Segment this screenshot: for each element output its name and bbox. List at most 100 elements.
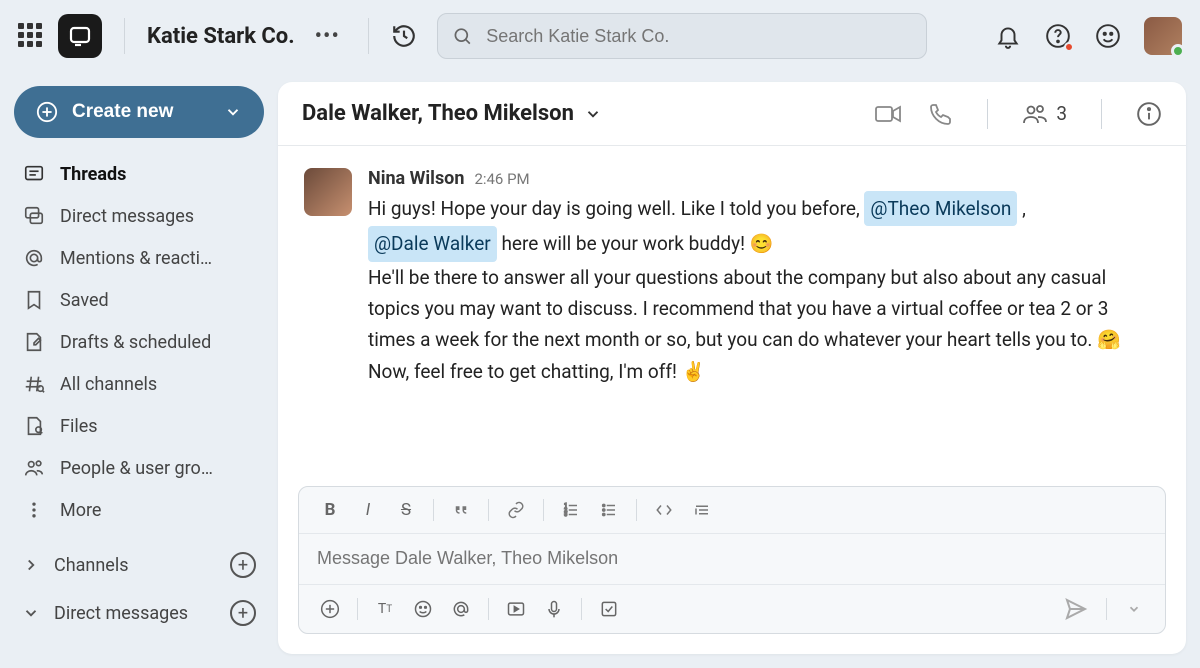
ordered-list-button[interactable]: 123: [554, 495, 588, 525]
sidebar-item-drafts[interactable]: Drafts & scheduled: [10, 322, 268, 362]
sidebar-item-label: Mentions & reacti…: [60, 248, 212, 269]
message-body: Hi guys! Hope your day is going well. Li…: [368, 191, 1160, 387]
message-author[interactable]: Nina Wilson: [368, 168, 464, 189]
sidebar-item-all-channels[interactable]: All channels: [10, 364, 268, 404]
sidebar-item-direct-messages[interactable]: Direct messages: [10, 196, 268, 236]
mention-icon: [22, 246, 46, 270]
separator: [1106, 598, 1107, 620]
shortcuts-button[interactable]: [592, 594, 626, 624]
plus-circle-icon: [36, 101, 58, 123]
separator: [433, 499, 434, 521]
message-avatar[interactable]: [304, 168, 352, 216]
divider: [124, 18, 125, 54]
emoji-face-icon[interactable]: [1094, 22, 1122, 50]
info-icon[interactable]: [1136, 101, 1162, 127]
top-right-group: [994, 17, 1182, 55]
search-box[interactable]: [437, 13, 927, 59]
search-input[interactable]: [486, 26, 912, 47]
help-icon[interactable]: [1044, 22, 1072, 50]
add-dm-button[interactable]: +: [230, 600, 256, 626]
text-format-button[interactable]: TT: [368, 594, 402, 624]
sidebar-section-dms[interactable]: Direct messages +: [10, 600, 268, 626]
chevron-down-icon: [22, 604, 40, 622]
separator: [357, 598, 358, 620]
sidebar-item-label: All channels: [60, 374, 157, 395]
chat-header-actions: 3: [875, 99, 1162, 129]
channels-icon: [22, 372, 46, 396]
message-composer: B I S 123 TT: [298, 486, 1166, 634]
sidebar-item-files[interactable]: Files: [10, 406, 268, 446]
thread-icon: [22, 162, 46, 186]
chat-header: Dale Walker, Theo Mikelson 3: [278, 82, 1186, 146]
composer-input-area[interactable]: [299, 534, 1165, 584]
send-options-button[interactable]: [1117, 594, 1151, 624]
sidebar: Create new Threads Direct messages Menti…: [0, 72, 278, 668]
top-bar: Katie Stark Co. •••: [0, 0, 1200, 72]
create-new-label: Create new: [72, 101, 173, 123]
sidebar-item-label: Threads: [60, 164, 126, 185]
separator: [488, 499, 489, 521]
send-button[interactable]: [1056, 593, 1096, 625]
history-icon[interactable]: [391, 23, 417, 49]
sidebar-item-label: Saved: [60, 290, 109, 311]
message-text: He'll be there to answer all your questi…: [368, 266, 1121, 352]
svg-text:3: 3: [564, 512, 567, 518]
separator: [581, 598, 582, 620]
separator: [636, 499, 637, 521]
separator: [543, 499, 544, 521]
add-channel-button[interactable]: +: [230, 552, 256, 578]
workspace-more-icon[interactable]: •••: [309, 20, 346, 53]
notification-badge: [1064, 42, 1074, 52]
section-label: Channels: [54, 555, 129, 576]
mention-dale[interactable]: @Dale Walker: [368, 226, 497, 261]
more-vertical-icon: [22, 498, 46, 522]
attach-button[interactable]: [313, 594, 347, 624]
bullet-list-button[interactable]: [592, 495, 626, 525]
message-input[interactable]: [317, 548, 1147, 569]
emoji-button[interactable]: [406, 594, 440, 624]
bold-button[interactable]: B: [313, 495, 347, 525]
chat-title-text: Dale Walker, Theo Mikelson: [302, 101, 574, 126]
sidebar-item-label: Direct messages: [60, 206, 194, 227]
strikethrough-button[interactable]: S: [389, 495, 423, 525]
sidebar-item-more[interactable]: More: [10, 490, 268, 530]
link-button[interactable]: [499, 495, 533, 525]
chat-body: Nina Wilson 2:46 PM Hi guys! Hope your d…: [278, 146, 1186, 474]
apps-grid-icon[interactable]: [18, 23, 44, 49]
section-label: Direct messages: [54, 603, 188, 624]
files-icon: [22, 414, 46, 438]
composer-actions: TT: [299, 584, 1165, 633]
sidebar-item-label: Drafts & scheduled: [60, 332, 211, 353]
create-new-button[interactable]: Create new: [14, 86, 264, 138]
mention-button[interactable]: [444, 594, 478, 624]
sidebar-item-threads[interactable]: Threads: [10, 154, 268, 194]
mention-theo[interactable]: @Theo Mikelson: [864, 191, 1017, 226]
sidebar-item-people[interactable]: People & user gro…: [10, 448, 268, 488]
user-avatar[interactable]: [1144, 17, 1182, 55]
chat-title[interactable]: Dale Walker, Theo Mikelson: [302, 101, 602, 126]
member-count[interactable]: 3: [1022, 102, 1067, 126]
sidebar-item-mentions[interactable]: Mentions & reacti…: [10, 238, 268, 278]
sidebar-section-channels[interactable]: Channels +: [10, 552, 268, 578]
audio-clip-button[interactable]: [537, 594, 571, 624]
divider: [987, 99, 988, 129]
message-text: here will be your work buddy! 😊: [501, 232, 773, 255]
message: Nina Wilson 2:46 PM Hi guys! Hope your d…: [304, 168, 1160, 387]
phone-call-icon[interactable]: [927, 101, 953, 127]
message-text: Now, feel free to get chatting, I'm off!…: [368, 360, 705, 383]
notifications-icon[interactable]: [994, 22, 1022, 50]
code-block-button[interactable]: [685, 495, 719, 525]
formatting-toolbar: B I S 123: [299, 487, 1165, 534]
italic-button[interactable]: I: [351, 495, 385, 525]
top-left-group: Katie Stark Co. •••: [18, 14, 417, 58]
sidebar-item-saved[interactable]: Saved: [10, 280, 268, 320]
app-logo[interactable]: [58, 14, 102, 58]
code-button[interactable]: [647, 495, 681, 525]
draft-icon: [22, 330, 46, 354]
video-clip-button[interactable]: [499, 594, 533, 624]
video-call-icon[interactable]: [875, 101, 901, 127]
chevron-down-icon: [584, 105, 602, 123]
workspace-name[interactable]: Katie Stark Co.: [147, 24, 295, 49]
quote-button[interactable]: [444, 495, 478, 525]
people-icon: [1022, 102, 1048, 126]
